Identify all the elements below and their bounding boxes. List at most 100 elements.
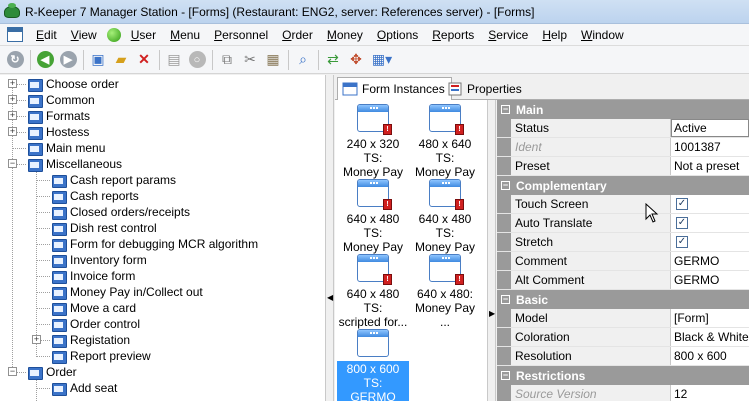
property-value[interactable]: GERMO	[671, 271, 749, 289]
menu-money[interactable]: Money	[320, 28, 370, 42]
exchange-icon[interactable]: ⇄	[322, 49, 344, 71]
property-value[interactable]: 1001387	[671, 138, 749, 156]
form-instance-item[interactable]: ! 640 x 480: Money Pay ...	[409, 254, 481, 330]
property-row-touch-screen[interactable]: Touch Screen ✓	[497, 195, 749, 214]
property-row-ident[interactable]: Ident 1001387	[497, 138, 749, 157]
menu-menu[interactable]: Menu	[163, 28, 207, 42]
property-row-model[interactable]: Model [Form]	[497, 309, 749, 328]
property-value[interactable]: Active	[671, 119, 749, 137]
expand-icon[interactable]: +	[32, 335, 41, 344]
open-folder-icon[interactable]: ▰	[110, 49, 132, 71]
property-value[interactable]: 800 x 600	[671, 347, 749, 365]
status-dot-icon	[106, 27, 121, 42]
form-instance-item[interactable]: ! 640 x 480 TS: scripted for...	[337, 254, 409, 330]
tools-icon[interactable]: ✥	[345, 49, 367, 71]
tree-item[interactable]: Formats	[27, 108, 90, 124]
expand-icon[interactable]: +	[8, 111, 17, 120]
expand-icon[interactable]: +	[8, 95, 17, 104]
touch-screen-checkbox[interactable]: ✓	[676, 198, 688, 210]
tree-item[interactable]: Closed orders/receipts	[51, 204, 190, 220]
tree-item[interactable]: Miscellaneous	[27, 156, 122, 172]
tree-item[interactable]: Order	[27, 364, 77, 380]
tree-item[interactable]: Dish rest control	[51, 220, 157, 236]
property-row-alt-comment[interactable]: Alt Comment GERMO	[497, 271, 749, 290]
category-restrictions[interactable]: − Restrictions	[497, 366, 749, 385]
properties-icon	[447, 82, 463, 96]
menu-window[interactable]: Window	[574, 28, 631, 42]
tree-item[interactable]: Move a card	[51, 300, 136, 316]
tree-item[interactable]: Main menu	[27, 140, 105, 156]
collapse-icon[interactable]: −	[8, 159, 17, 168]
cancel-icon[interactable]: ○	[186, 49, 208, 71]
tree-item[interactable]: Add seat	[51, 380, 117, 396]
menu-help[interactable]: Help	[535, 28, 574, 42]
save-icon[interactable]: ▤	[163, 49, 185, 71]
tree-item[interactable]: Common	[27, 92, 95, 108]
property-row-source-version[interactable]: Source Version 12	[497, 385, 749, 401]
expand-icon[interactable]: +	[8, 127, 17, 136]
tree-item[interactable]: Choose order	[27, 76, 119, 92]
property-row-stretch[interactable]: Stretch ✓	[497, 233, 749, 252]
tree-item[interactable]: Order control	[51, 316, 140, 332]
property-value[interactable]: Not a preset	[671, 157, 749, 175]
property-row-resolution[interactable]: Resolution 800 x 600	[497, 347, 749, 366]
category-main[interactable]: − Main	[497, 100, 749, 119]
grid-view-icon[interactable]: ▦▾	[368, 49, 396, 71]
property-row-status[interactable]: Status Active	[497, 119, 749, 138]
menu-edit[interactable]: Edit	[29, 28, 64, 42]
tree-item[interactable]: Form for debugging MCR algorithm	[51, 236, 258, 252]
paste-icon[interactable]: ▦	[262, 49, 284, 71]
property-value[interactable]: GERMO	[671, 252, 749, 270]
menu-reports[interactable]: Reports	[425, 28, 481, 42]
menu-service[interactable]: Service	[481, 28, 535, 42]
tree-item[interactable]: Cash report params	[51, 172, 176, 188]
mdi-window-icon[interactable]	[7, 27, 23, 42]
auto-translate-checkbox[interactable]: ✓	[676, 217, 688, 229]
back-icon[interactable]: ◀	[34, 49, 56, 71]
collapse-icon[interactable]: −	[8, 367, 17, 376]
new-folder-icon[interactable]: ▣	[87, 49, 109, 71]
tab-form-instances[interactable]: Form Instances	[337, 77, 452, 101]
stretch-checkbox[interactable]: ✓	[676, 236, 688, 248]
category-basic[interactable]: − Basic	[497, 290, 749, 309]
tree-item[interactable]: Hostess	[27, 124, 89, 140]
property-row-coloration[interactable]: Coloration Black & White	[497, 328, 749, 347]
form-instance-item[interactable]: 800 x 600 TS: GERMO	[337, 329, 409, 401]
tree-item[interactable]: Registation	[51, 332, 130, 348]
cut-icon[interactable]: ✂	[239, 49, 261, 71]
forward-icon[interactable]: ▶	[57, 49, 79, 71]
property-value[interactable]: [Form]	[671, 309, 749, 327]
tree-item[interactable]: Report preview	[51, 348, 151, 364]
category-complementary[interactable]: − Complementary	[497, 176, 749, 195]
tree-item[interactable]: Cash reports	[51, 188, 139, 204]
collapse-icon[interactable]: −	[501, 105, 510, 114]
property-row-comment[interactable]: Comment GERMO	[497, 252, 749, 271]
tree-item[interactable]: Invoice form	[51, 268, 135, 284]
collapse-icon[interactable]: −	[501, 295, 510, 304]
property-value[interactable]: Black & White	[671, 328, 749, 346]
tree-item-label: Formats	[46, 109, 91, 123]
menu-order[interactable]: Order	[275, 28, 320, 42]
menu-user[interactable]: User	[124, 28, 163, 42]
expand-icon[interactable]: +	[8, 79, 17, 88]
right-splitter[interactable]: ▶	[487, 100, 496, 401]
refresh-icon[interactable]: ↻	[4, 49, 26, 71]
property-value[interactable]: 12	[671, 385, 749, 401]
copy-icon[interactable]: ⧉	[216, 49, 238, 71]
delete-icon[interactable]: ✕	[133, 49, 155, 71]
property-row-preset[interactable]: Preset Not a preset	[497, 157, 749, 176]
tree-item[interactable]: Inventory form	[51, 252, 147, 268]
collapse-icon[interactable]: −	[501, 371, 510, 380]
left-splitter[interactable]: ◀	[326, 75, 334, 401]
collapse-right-icon[interactable]: ▶	[489, 309, 495, 318]
menu-options[interactable]: Options	[370, 28, 425, 42]
collapse-icon[interactable]: −	[501, 181, 510, 190]
collapse-left-icon[interactable]: ◀	[327, 293, 333, 302]
menu-personnel[interactable]: Personnel	[207, 28, 275, 42]
menu-view[interactable]: View	[64, 28, 104, 42]
tab-properties[interactable]: Properties	[443, 77, 528, 100]
tree-item[interactable]: Money Pay in/Collect out	[51, 284, 203, 300]
property-row-auto-translate[interactable]: Auto Translate ✓	[497, 214, 749, 233]
search-icon[interactable]: ⌕	[292, 49, 314, 71]
tree-connector	[36, 244, 50, 245]
